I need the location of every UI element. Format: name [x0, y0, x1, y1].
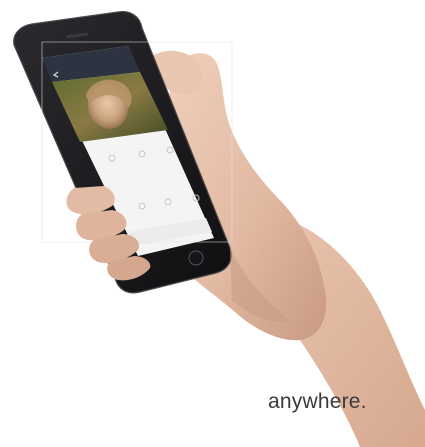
- hand-holding-phone-image: [13, 11, 425, 447]
- photo-scene: anywhere.: [0, 0, 425, 447]
- home-button-icon[interactable]: [188, 250, 204, 266]
- caption-text: anywhere.: [268, 390, 367, 413]
